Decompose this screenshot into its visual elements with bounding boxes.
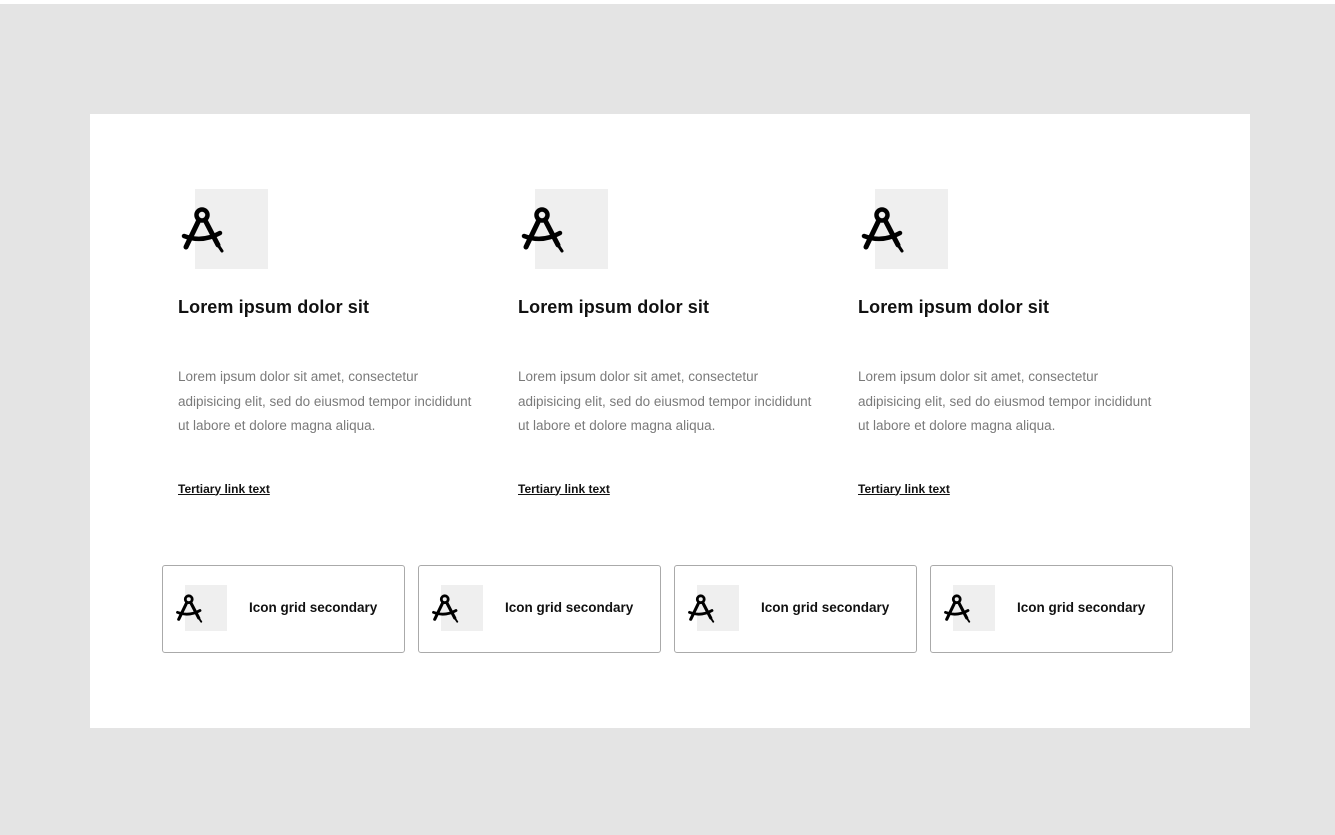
tertiary-link[interactable]: Tertiary link text	[178, 482, 270, 496]
feature-description: Lorem ipsum dolor sit amet, consectetur …	[178, 369, 472, 433]
drafting-compass-icon	[181, 207, 224, 253]
drafting-compass-icon	[521, 207, 564, 253]
feature-icon-container	[518, 189, 608, 269]
feature-title: Lorem ipsum dolor sit	[858, 297, 1050, 317]
icon-grid-secondary-card[interactable]: Icon grid secondary	[418, 565, 661, 653]
drafting-compass-icon	[688, 594, 715, 623]
icon-grid-panel: Lorem ipsum dolor sit Lorem ipsum dolor …	[90, 114, 1250, 728]
feature-card: Lorem ipsum dolor sit Lorem ipsum dolor …	[518, 189, 818, 498]
top-strip	[0, 0, 1335, 4]
feature-card: Lorem ipsum dolor sit Lorem ipsum dolor …	[858, 189, 1158, 498]
feature-title: Lorem ipsum dolor sit	[178, 297, 370, 317]
icon-grid-secondary-label: Icon grid secondary	[249, 600, 378, 615]
feature-description: Lorem ipsum dolor sit amet, consectetur …	[518, 369, 812, 433]
feature-icon-container	[178, 189, 268, 269]
tertiary-link[interactable]: Tertiary link text	[518, 482, 610, 496]
drafting-compass-icon	[861, 207, 904, 253]
tertiary-link[interactable]: Tertiary link text	[858, 482, 950, 496]
icon-grid-secondary-card[interactable]: Icon grid secondary	[674, 565, 917, 653]
feature-card: Lorem ipsum dolor sit Lorem ipsum dolor …	[178, 189, 478, 498]
icon-grid-secondary-label: Icon grid secondary	[1017, 600, 1146, 615]
icon-grid-secondary-label: Icon grid secondary	[505, 600, 634, 615]
icon-grid-secondary-label: Icon grid secondary	[761, 600, 890, 615]
drafting-compass-icon	[176, 594, 203, 623]
feature-title: Lorem ipsum dolor sit	[518, 297, 710, 317]
drafting-compass-icon	[432, 594, 459, 623]
feature-icon-container	[858, 189, 948, 269]
icon-grid-secondary-card[interactable]: Icon grid secondary	[162, 565, 405, 653]
feature-description: Lorem ipsum dolor sit amet, consectetur …	[858, 369, 1152, 433]
icon-grid-secondary-card[interactable]: Icon grid secondary	[930, 565, 1173, 653]
drafting-compass-icon	[944, 594, 971, 623]
